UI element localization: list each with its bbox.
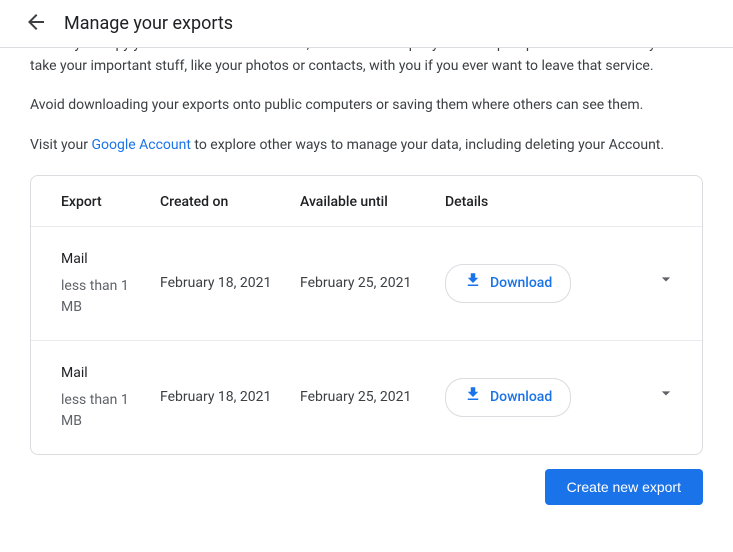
chevron-down-icon bbox=[656, 269, 676, 296]
download-button[interactable]: Download bbox=[445, 264, 571, 303]
col-header-created: Created on bbox=[146, 176, 286, 227]
expand-row-button[interactable] bbox=[654, 271, 678, 295]
exports-card: Export Created on Available until Detail… bbox=[30, 175, 703, 455]
table-row: Mail less than 1 MB February 18, 2021 Fe… bbox=[31, 226, 702, 340]
intro-paragraph-3: Visit your Google Account to explore oth… bbox=[30, 135, 703, 157]
export-available: February 25, 2021 bbox=[286, 340, 431, 454]
chevron-down-icon bbox=[656, 383, 676, 410]
expand-row-button[interactable] bbox=[654, 385, 678, 409]
download-icon bbox=[464, 385, 482, 410]
create-new-export-button[interactable]: Create new export bbox=[545, 469, 703, 505]
export-name: Mail bbox=[61, 363, 132, 384]
google-account-link[interactable]: Google Account bbox=[91, 137, 190, 153]
page-title: Manage your exports bbox=[64, 13, 233, 34]
download-label: Download bbox=[490, 273, 552, 294]
download-icon bbox=[464, 271, 482, 296]
intro-paragraph-2: Avoid downloading your exports onto publ… bbox=[30, 95, 703, 117]
col-header-export: Export bbox=[31, 176, 146, 227]
download-button[interactable]: Download bbox=[445, 378, 571, 417]
exports-table: Export Created on Available until Detail… bbox=[31, 176, 702, 454]
export-created: February 18, 2021 bbox=[146, 226, 286, 340]
download-label: Download bbox=[490, 387, 552, 408]
export-size: less than 1 MB bbox=[61, 276, 132, 318]
table-row: Mail less than 1 MB February 18, 2021 Fe… bbox=[31, 340, 702, 454]
intro-p3-post: to explore other ways to manage your dat… bbox=[191, 137, 664, 153]
back-button[interactable] bbox=[16, 4, 56, 44]
arrow-left-icon bbox=[24, 10, 48, 38]
export-name: Mail bbox=[61, 249, 132, 270]
export-created: February 18, 2021 bbox=[146, 340, 286, 454]
col-header-details: Details bbox=[431, 176, 702, 227]
intro-p3-pre: Visit your bbox=[30, 137, 91, 153]
col-header-available: Available until bbox=[286, 176, 431, 227]
export-size: less than 1 MB bbox=[61, 390, 132, 432]
export-available: February 25, 2021 bbox=[286, 226, 431, 340]
